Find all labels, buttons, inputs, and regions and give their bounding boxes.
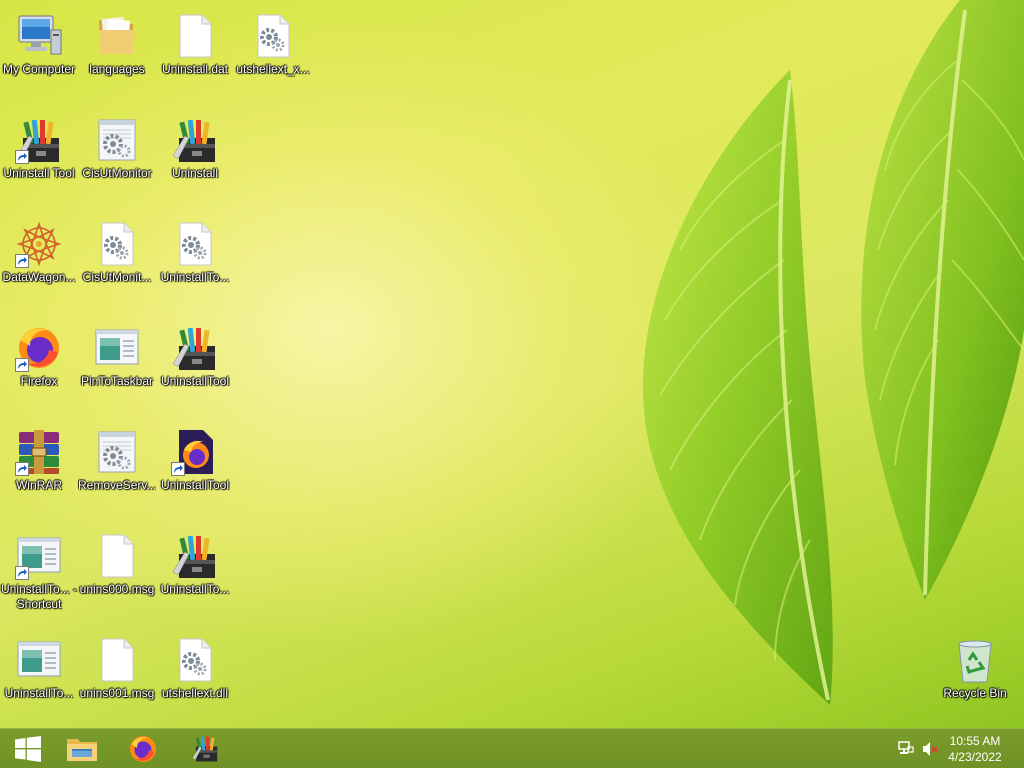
uninstall-tool-icon	[171, 532, 219, 580]
desktop-icon[interactable]: UninstallTo... - Shortcut	[0, 524, 78, 620]
file-icon	[171, 12, 219, 60]
datawagon-icon	[15, 220, 63, 268]
uninstall-tool-icon	[15, 116, 63, 164]
taskbar: 10:55 AM 4/23/2022	[0, 728, 1024, 768]
desktop-icon[interactable]: RemoveServ...	[78, 420, 156, 516]
desktop-icon[interactable]: UninstallTool	[156, 316, 234, 412]
shortcut-arrow-icon	[15, 566, 29, 580]
desktop-icon[interactable]: Uninstall	[156, 108, 234, 204]
file-icon	[93, 532, 141, 580]
computer-icon	[15, 12, 63, 60]
taskbar-clock[interactable]: 10:55 AM 4/23/2022	[940, 733, 1010, 765]
windows-logo-icon	[15, 736, 41, 762]
shortcut-arrow-icon	[171, 462, 185, 476]
uninstall-tool-icon	[171, 116, 219, 164]
desktop-icon-label: UninstallTool	[160, 478, 230, 492]
shortcut-arrow-icon	[15, 254, 29, 268]
desktop-icon-label: UninstallTo...	[4, 686, 74, 700]
desktop-icon[interactable]: utshellext_x...	[234, 4, 312, 100]
desktop-icon[interactable]: Uninstall.dat	[156, 4, 234, 100]
desktop-icon[interactable]: CisUtMonitor	[78, 108, 156, 204]
window-app-icon	[93, 324, 141, 372]
desktop-icon[interactable]: unins000.msg	[78, 524, 156, 620]
desktop-icon[interactable]: Firefox	[0, 316, 78, 412]
settings-file-icon	[93, 220, 141, 268]
network-tray[interactable]	[897, 740, 915, 758]
desktop-icon-label: Uninstall Tool	[3, 166, 75, 180]
recycle-bin-icon	[951, 636, 999, 684]
desktop-icon-label: unins000.msg	[79, 582, 155, 596]
desktop-icon-label: UninstallTo... - Shortcut	[0, 582, 78, 611]
desktop-icon-label: Recycle Bin	[943, 686, 1007, 700]
desktop-icon[interactable]: languages	[78, 4, 156, 100]
uninstall-tool-icon	[171, 324, 219, 372]
firefox-icon	[130, 736, 156, 762]
desktop-icon-label: UninstallTo...	[160, 582, 230, 596]
desktop-icon[interactable]: Uninstall Tool	[0, 108, 78, 204]
desktop-icon[interactable]: utshellext.dll	[156, 628, 234, 724]
desktop[interactable]: My Computer languages Uninstall.dat utshell…	[0, 0, 1024, 728]
folder-icon	[93, 12, 141, 60]
desktop-icon-label: UninstallTo...	[160, 270, 230, 284]
window-app-icon	[15, 532, 63, 580]
clock-date: 4/23/2022	[948, 750, 1002, 764]
desktop-icon[interactable]: CisUtMonit...	[78, 212, 156, 308]
desktop-icon[interactable]: DataWagon...	[0, 212, 78, 308]
clock-time: 10:55 AM	[949, 734, 1001, 748]
settings-file-icon	[249, 12, 297, 60]
shortcut-arrow-icon	[15, 462, 29, 476]
firefox-icon	[15, 324, 63, 372]
file-icon	[93, 636, 141, 684]
desktop-icon-label: RemoveServ...	[78, 478, 156, 492]
uninstall-tool-icon	[192, 736, 218, 762]
config-file-icon	[93, 116, 141, 164]
desktop-icon[interactable]: PinToTaskbar	[78, 316, 156, 412]
window-app-icon	[15, 636, 63, 684]
desktop-icon[interactable]: WinRAR	[0, 420, 78, 516]
desktop-icon-label: Uninstall	[171, 166, 219, 180]
desktop-icon[interactable]: UninstallTool	[156, 420, 234, 516]
firefox-dark-icon	[171, 428, 219, 476]
shortcut-arrow-icon	[15, 150, 29, 164]
desktop-icon[interactable]: unins001.msg	[78, 628, 156, 724]
settings-file-icon	[171, 220, 219, 268]
winrar-icon	[15, 428, 63, 476]
desktop-icon[interactable]: Recycle Bin	[936, 628, 1014, 724]
desktop-icon-label: Uninstall.dat	[161, 62, 229, 76]
desktop-icon[interactable]: UninstallTo...	[156, 524, 234, 620]
desktop-icon[interactable]: UninstallTo...	[0, 628, 78, 724]
desktop-icon-label: CisUtMonit...	[82, 270, 152, 284]
desktop-icon-label: WinRAR	[15, 478, 62, 492]
desktop-icon-label: DataWagon...	[2, 270, 76, 284]
file-explorer-icon	[67, 739, 97, 761]
volume-muted-icon	[923, 742, 938, 756]
desktop-icon-label: My Computer	[2, 62, 76, 76]
config-file-icon	[93, 428, 141, 476]
desktop-icon[interactable]: My Computer	[0, 4, 78, 100]
volume-tray[interactable]	[921, 740, 939, 758]
desktop-icon-label: Firefox	[20, 374, 58, 388]
desktop-icon-label: utshellext_x...	[236, 62, 310, 76]
desktop-icon-label: unins001.msg	[79, 686, 155, 700]
taskbar-firefox[interactable]	[115, 729, 171, 769]
shortcut-arrow-icon	[15, 358, 29, 372]
desktop-icon-label: UninstallTool	[160, 374, 230, 388]
taskbar-uninstall-tool[interactable]	[178, 729, 234, 769]
network-icon	[898, 741, 914, 754]
desktop-icon-label: languages	[89, 62, 145, 76]
desktop-icon-label: PinToTaskbar	[80, 374, 154, 388]
desktop-icon[interactable]: UninstallTo...	[156, 212, 234, 308]
start-button[interactable]	[0, 729, 56, 769]
desktop-icon-label: CisUtMonitor	[82, 166, 152, 180]
taskbar-file-explorer[interactable]	[54, 729, 110, 769]
settings-file-icon	[171, 636, 219, 684]
desktop-icon-label: utshellext.dll	[161, 686, 229, 700]
